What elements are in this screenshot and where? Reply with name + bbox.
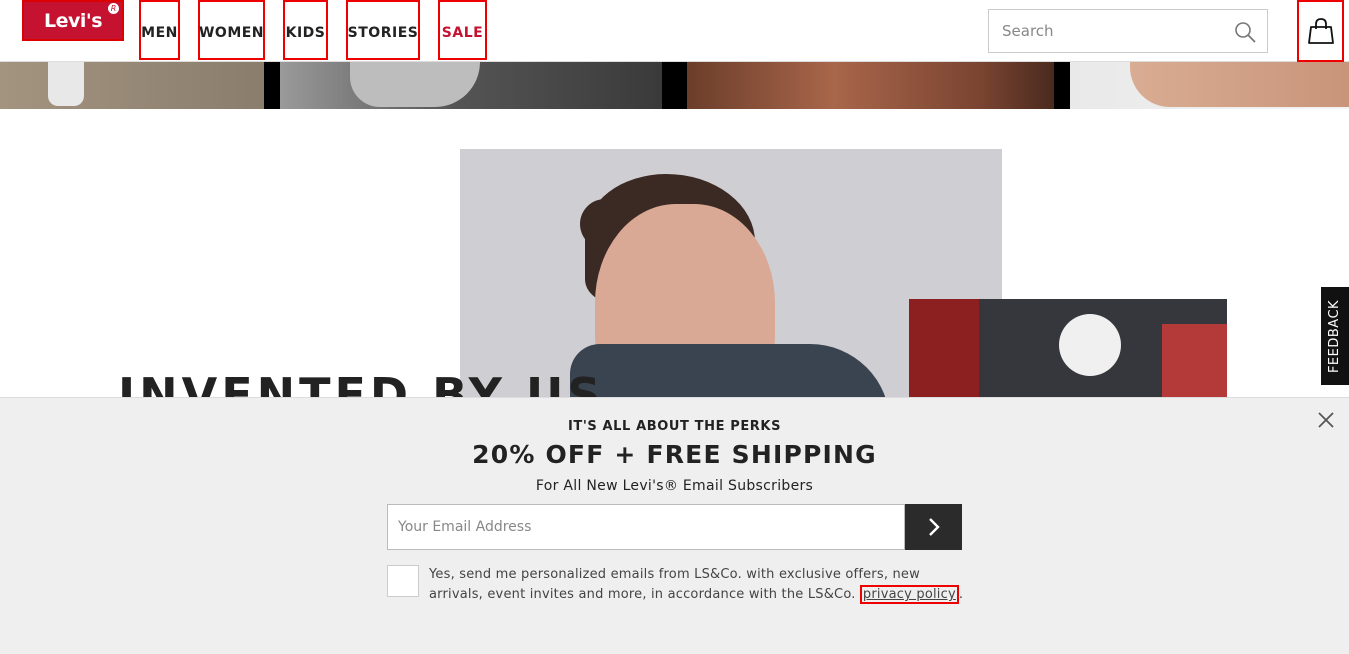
privacy-policy-link[interactable]: privacy policy bbox=[859, 585, 959, 604]
feature-image-still-life[interactable] bbox=[909, 299, 1227, 409]
hero-image-4[interactable] bbox=[1070, 62, 1349, 109]
nav-stories[interactable]: STORIES bbox=[346, 0, 420, 60]
shopping-bag-icon bbox=[1307, 18, 1334, 44]
consent-text: Yes, send me personalized emails from LS… bbox=[429, 565, 969, 605]
offer-subline: For All New Levi's® Email Subscribers bbox=[535, 478, 814, 494]
hero-image-1[interactable] bbox=[0, 62, 264, 109]
offer-headline: 20% OFF + FREE SHIPPING bbox=[472, 440, 877, 469]
search-icon[interactable] bbox=[1233, 20, 1257, 44]
site-header: Levi's R MEN WOMEN KIDS STORIES SALE bbox=[0, 0, 1349, 62]
email-submit-button[interactable] bbox=[905, 504, 962, 550]
consent-end: . bbox=[958, 587, 964, 602]
hero-image-strip bbox=[0, 62, 1349, 109]
chevron-right-icon bbox=[928, 518, 940, 536]
perks-kicker: IT'S ALL ABOUT THE PERKS bbox=[567, 419, 782, 434]
nav-men[interactable]: MEN bbox=[139, 0, 180, 60]
email-form bbox=[387, 504, 962, 550]
logo-text: Levi's bbox=[43, 9, 103, 32]
consent-body: Yes, send me personalized emails from LS… bbox=[429, 567, 920, 602]
consent-checkbox[interactable] bbox=[387, 565, 419, 597]
search-input[interactable] bbox=[989, 10, 1219, 52]
search-box bbox=[988, 9, 1268, 53]
email-input[interactable] bbox=[387, 504, 905, 550]
shopping-bag-button[interactable] bbox=[1297, 0, 1344, 62]
hero-image-3[interactable] bbox=[687, 62, 1054, 109]
levis-logo[interactable]: Levi's R bbox=[22, 0, 124, 41]
nav-kids[interactable]: KIDS bbox=[283, 0, 328, 60]
feedback-tab[interactable]: FEEDBACK bbox=[1321, 287, 1349, 385]
hero-image-2[interactable] bbox=[280, 62, 662, 109]
nav-sale[interactable]: SALE bbox=[438, 0, 487, 60]
email-signup-overlay: IT'S ALL ABOUT THE PERKS 20% OFF + FREE … bbox=[0, 397, 1349, 654]
registered-mark: R bbox=[108, 3, 119, 14]
nav-women[interactable]: WOMEN bbox=[198, 0, 265, 60]
feedback-label: FEEDBACK bbox=[1327, 299, 1343, 373]
